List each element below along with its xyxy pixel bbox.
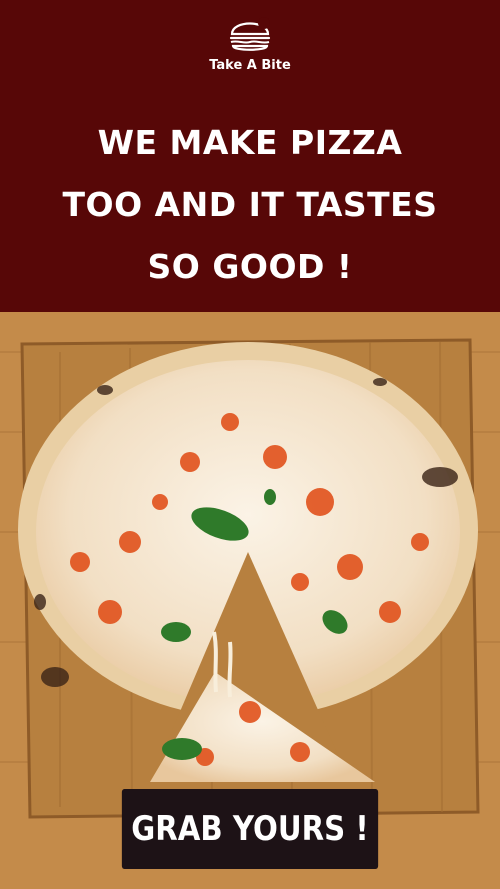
headline: WE MAKE PIZZA TOO AND IT TASTES SO GOOD … <box>0 112 500 298</box>
headline-line-1: WE MAKE PIZZA <box>97 123 403 162</box>
header-banner: Take A Bite WE MAKE PIZZA TOO AND IT TAS… <box>0 0 500 312</box>
headline-line-3: SO GOOD ! <box>147 247 353 286</box>
grab-yours-button[interactable]: GRAB YOURS ! <box>121 789 379 869</box>
headline-line-2: TOO AND IT TASTES <box>62 185 438 224</box>
brand-name: Take A Bite <box>209 58 291 73</box>
burger-bite-icon <box>229 17 271 51</box>
brand-logo: Take A Bite <box>0 12 500 73</box>
